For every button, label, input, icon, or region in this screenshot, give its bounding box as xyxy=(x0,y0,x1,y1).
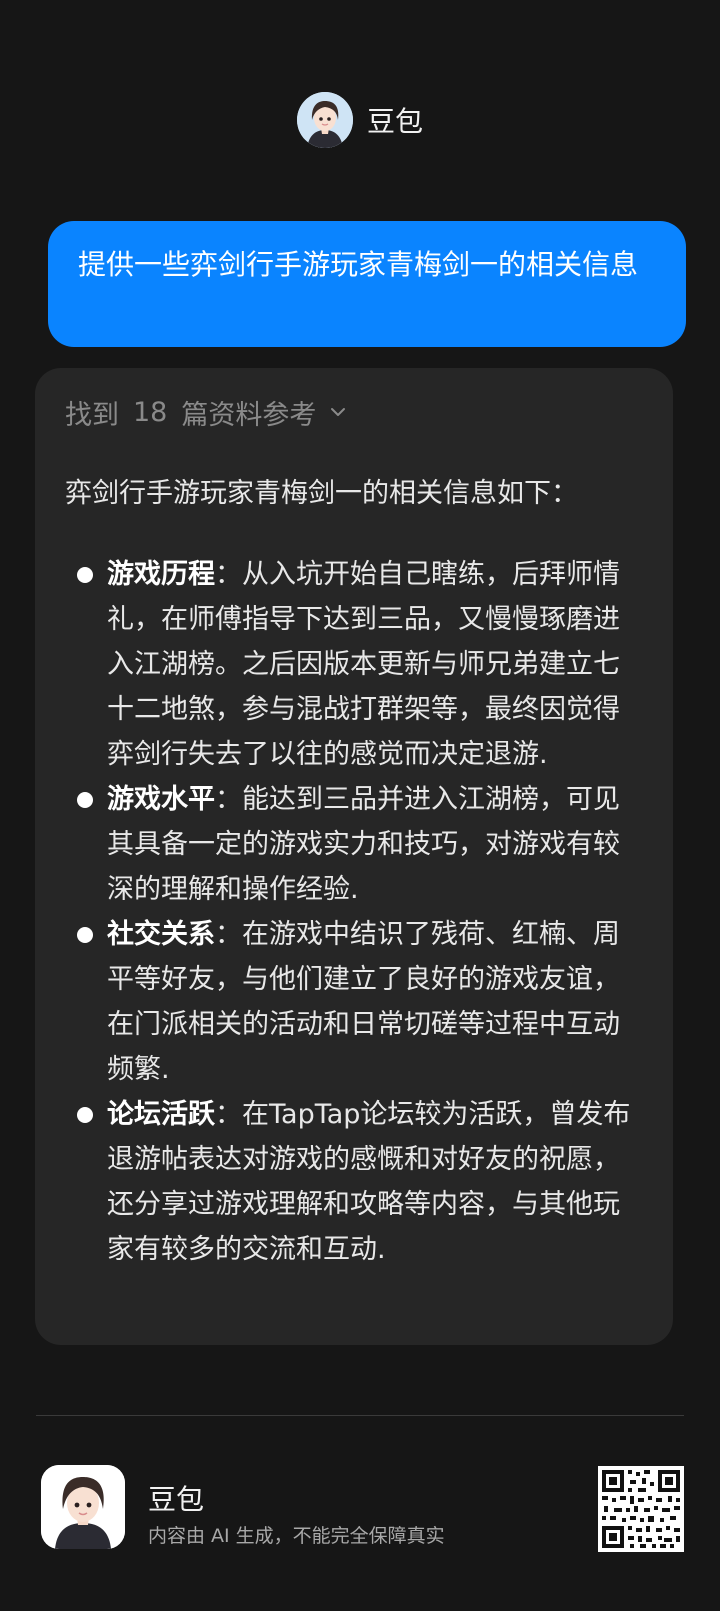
answer-card: 找到 18 篇资料参考 弈剑行手游玩家青梅剑一的相关信息如下： 游戏历程：从入坑… xyxy=(35,368,673,1345)
user-message-bubble: 提供一些弈剑行手游玩家青梅剑一的相关信息 xyxy=(48,221,686,347)
footer-divider xyxy=(36,1415,684,1416)
chat-header: 豆包 xyxy=(0,92,720,148)
qr-code-icon xyxy=(598,1466,684,1552)
user-message-text: 提供一些弈剑行手游玩家青梅剑一的相关信息 xyxy=(78,248,639,281)
references-toggle[interactable]: 找到 18 篇资料参考 xyxy=(65,392,643,432)
references-suffix: 篇资料参考 xyxy=(181,399,317,431)
bullet-title: 游戏水平 xyxy=(107,784,215,815)
chevron-down-icon xyxy=(331,408,346,416)
bullet-dot-icon xyxy=(77,1107,93,1123)
bullet-item: 游戏水平：能达到三品并进入江湖榜，可见其具备一定的游戏实力和技巧，对游戏有较深的… xyxy=(65,777,643,912)
answer-intro: 弈剑行手游玩家青梅剑一的相关信息如下： xyxy=(65,478,578,509)
bullet-text: ：从入坑开始自己瞎练，后拜师情礼，在师傅指导下达到三品，又慢慢琢磨进入江湖榜。之… xyxy=(107,559,620,770)
chat-title: 豆包 xyxy=(366,105,423,138)
footer-disclaimer: 内容由 AI 生成，不能完全保障真实 xyxy=(148,1525,445,1547)
references-count: 18 xyxy=(133,396,168,428)
bullet-title: 社交关系 xyxy=(107,919,215,950)
bullet-dot-icon xyxy=(77,927,93,943)
share-page: 豆包 提供一些弈剑行手游玩家青梅剑一的相关信息 找到 18 篇资料参考 弈剑行手… xyxy=(0,0,720,1611)
bullet-title: 游戏历程 xyxy=(107,559,215,590)
bullet-dot-icon xyxy=(77,567,93,583)
bullet-dot-icon xyxy=(77,792,93,808)
footer-app-name: 豆包 xyxy=(148,1483,205,1516)
bullet-item: 社交关系：在游戏中结识了残荷、红楠、周平等好友，与他们建立了良好的游戏友谊，在门… xyxy=(65,912,643,1092)
bullet-title: 论坛活跃 xyxy=(107,1099,215,1130)
references-prefix: 找到 xyxy=(65,399,119,431)
answer-bullet-list: 游戏历程：从入坑开始自己瞎练，后拜师情礼，在师傅指导下达到三品，又慢慢琢磨进入江… xyxy=(65,552,643,1272)
footer-avatar-icon xyxy=(41,1465,125,1549)
bullet-item: 游戏历程：从入坑开始自己瞎练，后拜师情礼，在师傅指导下达到三品，又慢慢琢磨进入江… xyxy=(65,552,643,777)
bullet-item: 论坛活跃：在TapTap论坛较为活跃，曾发布退游帖表达对游戏的感慨和对好友的祝愿… xyxy=(65,1092,643,1272)
doubao-avatar-icon xyxy=(296,92,353,148)
